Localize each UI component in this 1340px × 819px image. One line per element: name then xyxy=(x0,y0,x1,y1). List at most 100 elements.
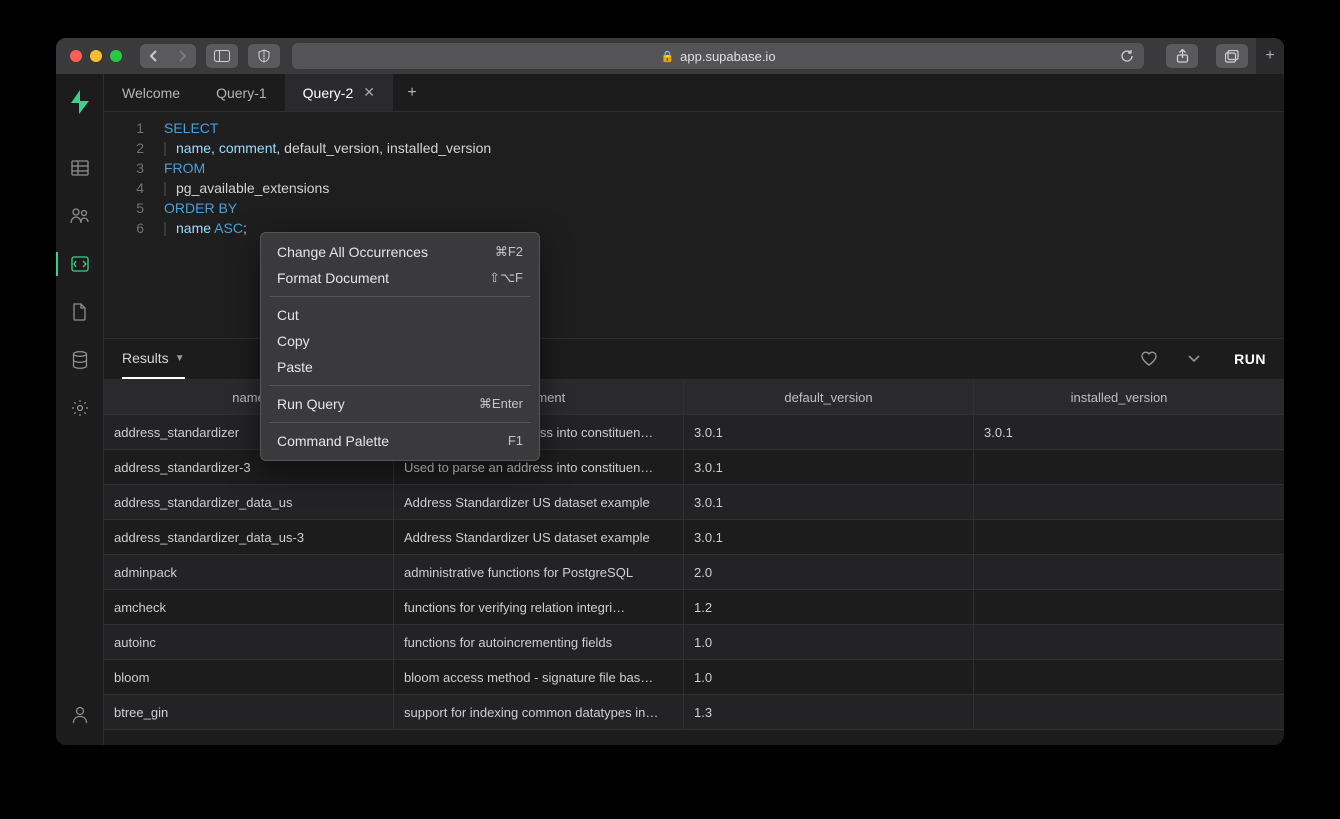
minimize-window-button[interactable] xyxy=(90,50,102,62)
account-icon[interactable] xyxy=(62,697,98,733)
context-menu-label: Paste xyxy=(277,359,313,375)
table-row[interactable]: autoincfunctions for autoincrementing fi… xyxy=(104,625,1284,660)
table-cell: functions for autoincrementing fields xyxy=(394,625,684,659)
logo-icon[interactable] xyxy=(62,84,98,120)
table-row[interactable]: address_standardizer_data_usAddress Stan… xyxy=(104,485,1284,520)
context-menu-label: Copy xyxy=(277,333,310,349)
shield-icon[interactable] xyxy=(248,44,280,68)
context-menu-item[interactable]: Paste xyxy=(261,354,539,380)
table-cell xyxy=(974,590,1264,624)
context-menu-label: Format Document xyxy=(277,270,389,286)
maximize-window-button[interactable] xyxy=(110,50,122,62)
table-cell: address_standardizer_data_us xyxy=(104,485,394,519)
table-cell xyxy=(974,695,1264,729)
context-menu-item[interactable]: Run Query ⌘Enter xyxy=(261,391,539,417)
table-cell: bloom xyxy=(104,660,394,694)
table-cell: autoinc xyxy=(104,625,394,659)
context-menu-item[interactable]: Cut xyxy=(261,302,539,328)
table-cell: address_standardizer_data_us-3 xyxy=(104,520,394,554)
results-label: Results xyxy=(122,350,169,366)
table-cell xyxy=(974,485,1264,519)
table-cell: 1.0 xyxy=(684,660,974,694)
sql-icon[interactable] xyxy=(62,246,98,282)
favorite-icon[interactable] xyxy=(1140,351,1158,367)
table-row[interactable]: bloombloom access method - signature fil… xyxy=(104,660,1284,695)
context-menu-shortcut: ⌘F2 xyxy=(495,244,523,260)
table-row[interactable]: adminpackadministrative functions for Po… xyxy=(104,555,1284,590)
table-cell: 3.0.1 xyxy=(974,415,1264,449)
sidebar-toggle-icon[interactable] xyxy=(206,44,238,68)
titlebar-right-icons xyxy=(1156,44,1248,68)
table-row[interactable]: btree_ginsupport for indexing common dat… xyxy=(104,695,1284,730)
context-menu-item[interactable]: Command PaletteF1 xyxy=(261,428,539,454)
tab-label: Query-2 xyxy=(303,85,354,101)
table-cell xyxy=(974,450,1264,484)
tab-welcome[interactable]: Welcome xyxy=(104,74,198,111)
app-window: 🔒 app.supabase.io + xyxy=(56,38,1284,745)
table-cell xyxy=(974,555,1264,589)
lock-icon: 🔒 xyxy=(660,50,674,63)
table-cell: bloom access method - signature file bas… xyxy=(394,660,684,694)
table-cell: Address Standardizer US dataset example xyxy=(394,520,684,554)
tab-label: Query-1 xyxy=(216,85,267,101)
context-menu-shortcut: ⌘Enter xyxy=(479,396,523,412)
back-button[interactable] xyxy=(140,44,168,68)
table-cell: support for indexing common datatypes in… xyxy=(394,695,684,729)
table-cell: 3.0.1 xyxy=(684,415,974,449)
context-menu-label: Cut xyxy=(277,307,299,323)
context-menu-shortcut: ⇧⌥F xyxy=(489,270,523,286)
context-menu-item[interactable]: Change All Occurrences ⌘F2 xyxy=(261,239,539,265)
tab-label: Welcome xyxy=(122,85,180,101)
table-cell: 1.0 xyxy=(684,625,974,659)
chevron-down-icon: ▼ xyxy=(175,353,185,364)
nav-buttons xyxy=(140,44,196,68)
table-icon[interactable] xyxy=(62,150,98,186)
table-cell: amcheck xyxy=(104,590,394,624)
column-header[interactable]: default_version xyxy=(684,380,974,414)
address-bar[interactable]: 🔒 app.supabase.io xyxy=(292,43,1144,69)
table-row[interactable]: amcheckfunctions for verifying relation … xyxy=(104,590,1284,625)
tab-query-1[interactable]: Query-1 xyxy=(198,74,285,111)
run-button[interactable]: RUN xyxy=(1234,351,1266,367)
tabs-overview-icon[interactable] xyxy=(1216,44,1248,68)
close-window-button[interactable] xyxy=(70,50,82,62)
table-cell xyxy=(974,625,1264,659)
forward-button[interactable] xyxy=(168,44,196,68)
table-cell: administrative functions for PostgreSQL xyxy=(394,555,684,589)
context-menu-label: Command Palette xyxy=(277,433,389,449)
table-cell: functions for verifying relation integri… xyxy=(394,590,684,624)
app-shell: Welcome Query-1 Query-2 ✕ + 123456 SELEC… xyxy=(56,74,1284,745)
tab-query-2[interactable]: Query-2 ✕ xyxy=(285,74,393,111)
table-cell: 1.2 xyxy=(684,590,974,624)
history-dropdown-icon[interactable] xyxy=(1188,355,1200,363)
context-menu-item[interactable]: Format Document ⇧⌥F xyxy=(261,265,539,291)
reload-icon[interactable] xyxy=(1120,49,1134,63)
sidebar xyxy=(56,74,104,745)
table-cell: 3.0.1 xyxy=(684,485,974,519)
new-browser-tab-button[interactable]: + xyxy=(1256,38,1284,74)
settings-icon[interactable] xyxy=(62,390,98,426)
window-controls xyxy=(70,50,122,62)
table-cell xyxy=(974,660,1264,694)
context-menu-label: Change All Occurrences xyxy=(277,244,428,260)
table-cell: 2.0 xyxy=(684,555,974,589)
share-icon[interactable] xyxy=(1166,44,1198,68)
table-cell: 3.0.1 xyxy=(684,520,974,554)
close-icon[interactable]: ✕ xyxy=(363,84,375,101)
docs-icon[interactable] xyxy=(62,294,98,330)
context-menu: Change All Occurrences ⌘F2 Format Document… xyxy=(260,232,540,461)
new-tab-button[interactable]: + xyxy=(393,74,431,111)
editor-tabs: Welcome Query-1 Query-2 ✕ + xyxy=(104,74,1284,112)
database-icon[interactable] xyxy=(62,342,98,378)
table-row[interactable]: address_standardizer_data_us-3Address St… xyxy=(104,520,1284,555)
context-menu-label: Run Query xyxy=(277,396,345,412)
table-cell: Address Standardizer US dataset example xyxy=(394,485,684,519)
table-cell: 3.0.1 xyxy=(684,450,974,484)
auth-icon[interactable] xyxy=(62,198,98,234)
column-header[interactable]: installed_version xyxy=(974,380,1264,414)
context-menu-item[interactable]: Copy xyxy=(261,328,539,354)
browser-titlebar: 🔒 app.supabase.io + xyxy=(56,38,1284,74)
table-cell: adminpack xyxy=(104,555,394,589)
table-cell: btree_gin xyxy=(104,695,394,729)
results-tab[interactable]: Results ▼ xyxy=(122,339,185,379)
